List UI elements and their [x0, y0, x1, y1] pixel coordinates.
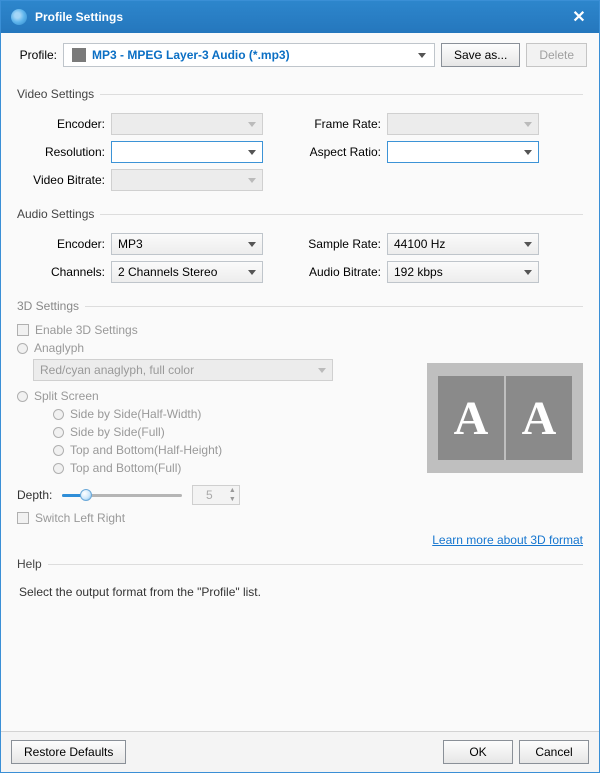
- resolution-label: Resolution:: [17, 145, 111, 159]
- preview-left: A: [438, 376, 504, 460]
- chevron-down-icon: [318, 368, 326, 373]
- frame-rate-select: [387, 113, 539, 135]
- preview-right: A: [506, 376, 572, 460]
- split-screen-label: Split Screen: [34, 389, 99, 403]
- tb-full-label: Top and Bottom(Full): [70, 461, 181, 475]
- save-as-button[interactable]: Save as...: [441, 43, 520, 67]
- chevron-down-icon: [524, 270, 532, 275]
- format-icon: [72, 48, 86, 62]
- window-title: Profile Settings: [35, 10, 123, 24]
- titlebar: Profile Settings ✕: [1, 1, 599, 33]
- chevron-down-icon: [248, 270, 256, 275]
- chevron-down-icon: [524, 150, 532, 155]
- resolution-select[interactable]: [111, 141, 263, 163]
- chevron-down-icon: [248, 150, 256, 155]
- sbs-full-label: Side by Side(Full): [70, 425, 165, 439]
- anaglyph-label: Anaglyph: [34, 341, 84, 355]
- aspect-ratio-select[interactable]: [387, 141, 539, 163]
- chevron-down-icon: [524, 242, 532, 247]
- learn-more-link[interactable]: Learn more about 3D format: [432, 533, 583, 547]
- sbs-full-radio: [53, 427, 64, 438]
- help-group: Help Select the output format from the "…: [17, 557, 583, 599]
- restore-defaults-button[interactable]: Restore Defaults: [11, 740, 126, 764]
- tb-half-radio: [53, 445, 64, 456]
- audio-encoder-label: Encoder:: [17, 237, 111, 251]
- spin-down-icon: ▼: [225, 495, 239, 504]
- frame-rate-label: Frame Rate:: [293, 117, 387, 131]
- depth-spinner: 5 ▲▼: [192, 485, 240, 505]
- app-icon: [11, 9, 27, 25]
- audio-bitrate-label: Audio Bitrate:: [293, 265, 387, 279]
- profile-label: Profile:: [13, 48, 57, 62]
- anaglyph-radio: [17, 343, 28, 354]
- aspect-ratio-label: Aspect Ratio:: [293, 145, 387, 159]
- channels-select[interactable]: 2 Channels Stereo: [111, 261, 263, 283]
- spin-up-icon: ▲: [225, 486, 239, 495]
- video-settings-group: Video Settings Encoder: Frame Rate: Reso…: [17, 87, 583, 197]
- profile-select[interactable]: MP3 - MPEG Layer-3 Audio (*.mp3): [63, 43, 435, 67]
- delete-button: Delete: [526, 43, 587, 67]
- chevron-down-icon: [418, 53, 426, 58]
- cancel-button[interactable]: Cancel: [519, 740, 589, 764]
- sample-rate-select[interactable]: 44100 Hz: [387, 233, 539, 255]
- video-settings-legend: Video Settings: [17, 87, 100, 101]
- chevron-down-icon: [524, 122, 532, 127]
- profile-bar: Profile: MP3 - MPEG Layer-3 Audio (*.mp3…: [1, 33, 599, 77]
- video-bitrate-select: [111, 169, 263, 191]
- anaglyph-mode-select: Red/cyan anaglyph, full color: [33, 359, 333, 381]
- depth-slider[interactable]: [62, 488, 182, 502]
- audio-settings-legend: Audio Settings: [17, 207, 100, 221]
- close-icon[interactable]: ✕: [569, 7, 589, 27]
- enable-3d-label: Enable 3D Settings: [35, 323, 138, 337]
- help-legend: Help: [17, 557, 48, 571]
- audio-settings-group: Audio Settings Encoder: MP3 Sample Rate:…: [17, 207, 583, 289]
- help-text: Select the output format from the "Profi…: [19, 585, 581, 599]
- depth-label: Depth:: [17, 488, 52, 502]
- three-d-settings-legend: 3D Settings: [17, 299, 85, 313]
- enable-3d-checkbox: [17, 324, 29, 336]
- channels-label: Channels:: [17, 265, 111, 279]
- three-d-preview: A A: [427, 363, 583, 473]
- content: Video Settings Encoder: Frame Rate: Reso…: [1, 77, 599, 731]
- footer: Restore Defaults OK Cancel: [1, 731, 599, 772]
- switch-lr-checkbox: [17, 512, 29, 524]
- chevron-down-icon: [248, 178, 256, 183]
- slider-thumb-icon[interactable]: [80, 489, 92, 501]
- profile-settings-window: Profile Settings ✕ Profile: MP3 - MPEG L…: [0, 0, 600, 773]
- sbs-half-radio: [53, 409, 64, 420]
- ok-button[interactable]: OK: [443, 740, 513, 764]
- audio-encoder-select[interactable]: MP3: [111, 233, 263, 255]
- tb-full-radio: [53, 463, 64, 474]
- switch-lr-label: Switch Left Right: [35, 511, 125, 525]
- video-bitrate-label: Video Bitrate:: [17, 173, 111, 187]
- tb-half-label: Top and Bottom(Half-Height): [70, 443, 222, 457]
- audio-bitrate-select[interactable]: 192 kbps: [387, 261, 539, 283]
- sbs-half-label: Side by Side(Half-Width): [70, 407, 201, 421]
- profile-value: MP3 - MPEG Layer-3 Audio (*.mp3): [92, 48, 290, 62]
- sample-rate-label: Sample Rate:: [293, 237, 387, 251]
- three-d-settings-group: 3D Settings Enable 3D Settings Anaglyph …: [17, 299, 583, 547]
- video-encoder-select: [111, 113, 263, 135]
- chevron-down-icon: [248, 242, 256, 247]
- split-screen-radio: [17, 391, 28, 402]
- chevron-down-icon: [248, 122, 256, 127]
- video-encoder-label: Encoder:: [17, 117, 111, 131]
